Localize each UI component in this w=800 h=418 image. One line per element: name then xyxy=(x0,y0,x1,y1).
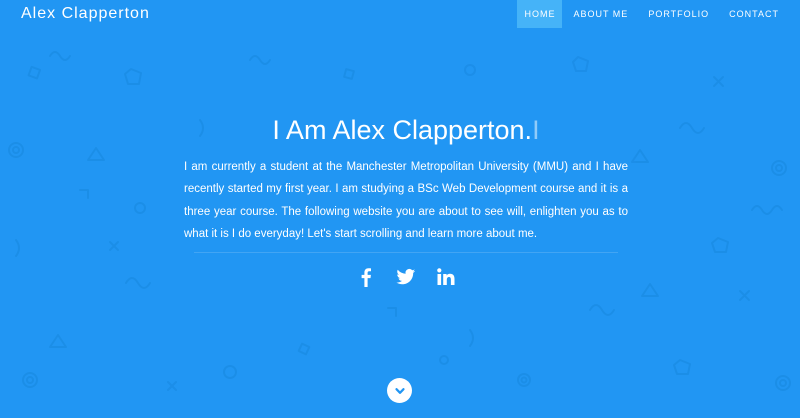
hero-heading: I Am Alex Clapperton.I xyxy=(184,110,628,150)
social-links xyxy=(184,267,628,287)
site-brand-link[interactable]: Alex Clapperton xyxy=(21,5,150,23)
nav-item-home: HOME xyxy=(517,0,563,28)
nav-link-home[interactable]: HOME xyxy=(517,0,563,28)
main-nav: HOME ABOUT ME PORTFOLIO CONTACT xyxy=(517,0,788,28)
twitter-icon xyxy=(396,268,416,284)
hero-divider xyxy=(194,251,618,253)
twitter-link[interactable] xyxy=(396,267,416,287)
hero-heading-text: I Am Alex Clapperton. xyxy=(272,115,533,145)
top-navbar: Alex Clapperton HOME ABOUT ME PORTFOLIO … xyxy=(0,0,800,28)
nav-link-contact[interactable]: CONTACT xyxy=(720,0,788,28)
nav-link-portfolio[interactable]: PORTFOLIO xyxy=(639,0,718,28)
nav-item-contact: CONTACT xyxy=(720,0,788,28)
nav-item-about-me: ABOUT ME xyxy=(564,0,637,28)
linkedin-link[interactable] xyxy=(436,267,456,287)
chevron-down-icon xyxy=(394,387,405,394)
nav-link-about-me[interactable]: ABOUT ME xyxy=(564,0,637,28)
hero-section: I Am Alex Clapperton.I I am currently a … xyxy=(184,110,628,287)
facebook-link[interactable] xyxy=(356,267,376,287)
facebook-icon xyxy=(361,267,371,287)
scroll-down-button[interactable] xyxy=(387,378,412,403)
hero-intro-text: I am currently a student at the Manchest… xyxy=(184,161,628,241)
typing-cursor: I xyxy=(532,115,540,145)
nav-item-portfolio: PORTFOLIO xyxy=(639,0,718,28)
linkedin-icon xyxy=(437,267,455,285)
